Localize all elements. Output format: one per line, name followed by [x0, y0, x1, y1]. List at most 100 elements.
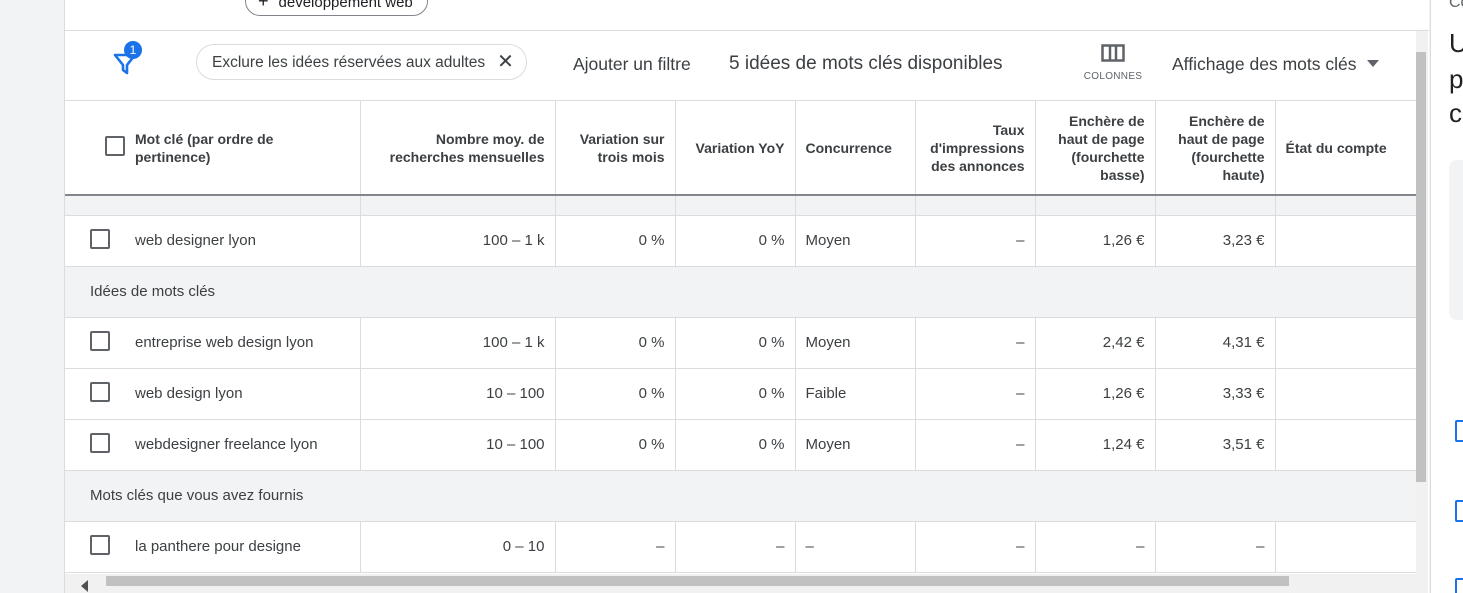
- row-checkbox-cell: [65, 521, 125, 573]
- competition-cell: Moyen: [795, 317, 916, 369]
- exclude-adult-chip[interactable]: Exclure les idées réservées aux adultes ✕: [196, 44, 527, 80]
- add-filter-button[interactable]: Ajouter un filtre: [573, 54, 691, 75]
- seed-keyword-chip[interactable]: + développement web: [245, 0, 428, 16]
- keyword-cell: entreprise web design lyon: [125, 317, 361, 369]
- three-month-cell: 0 %: [555, 317, 676, 369]
- close-icon[interactable]: ✕: [497, 51, 514, 73]
- row-checkbox-cell: [65, 368, 125, 420]
- right-panel-heading: Co: [1449, 0, 1463, 11]
- avg-searches-cell: 0 – 10: [360, 521, 556, 573]
- bid-low-cell: 1,26 €: [1035, 368, 1156, 420]
- select-all-checkbox[interactable]: [105, 135, 125, 156]
- keyword-view-dropdown[interactable]: Affichage des mots clés: [1172, 54, 1379, 75]
- competition-cell: Faible: [795, 368, 916, 420]
- columns-label: COLONNES: [1083, 71, 1143, 82]
- three-month-cell: –: [555, 521, 676, 573]
- table-row[interactable]: web designer lyon 100 – 1 k 0 % 0 % Moye…: [65, 215, 1418, 267]
- seed-keyword-area: + développement web: [65, 0, 1429, 31]
- yoy-cell: 0 %: [675, 419, 796, 471]
- document-icon[interactable]: [1455, 420, 1463, 442]
- partial-cell: [360, 195, 556, 216]
- partial-cell: [1275, 195, 1418, 216]
- right-panel-card: [1449, 160, 1463, 320]
- impression-share-cell: –: [915, 521, 1036, 573]
- col-three-month[interactable]: Variation sur trois mois: [555, 101, 676, 196]
- horizontal-scrollbar-thumb[interactable]: [106, 576, 1289, 586]
- keyword-cell: webdesigner freelance lyon: [125, 419, 361, 471]
- row-checkbox[interactable]: [90, 330, 110, 351]
- table-row[interactable]: entreprise web design lyon 100 – 1 k 0 %…: [65, 317, 1418, 369]
- competition-cell: Moyen: [795, 419, 916, 471]
- keyword-cell: la panthere pour designe: [125, 521, 361, 573]
- avg-searches-cell: 10 – 100: [360, 368, 556, 420]
- row-checkbox-cell: [65, 419, 125, 471]
- avg-searches-cell: 100 – 1 k: [360, 317, 556, 369]
- yoy-cell: 0 %: [675, 368, 796, 420]
- columns-button[interactable]: COLONNES: [1077, 44, 1149, 82]
- keyword-cell: web design lyon: [125, 368, 361, 420]
- account-status-cell: [1275, 368, 1418, 420]
- bid-high-cell: –: [1155, 521, 1276, 573]
- partial-cell: [795, 195, 916, 216]
- dropdown-caret-icon: [1366, 60, 1379, 67]
- col-account-status[interactable]: État du compte: [1275, 101, 1418, 196]
- keyword-view-label: Affichage des mots clés: [1172, 54, 1357, 74]
- account-status-cell: [1275, 521, 1418, 573]
- right-side-panel: Co U p c: [1430, 0, 1463, 593]
- partial-cell: [555, 195, 676, 216]
- table-row[interactable]: la panthere pour designe 0 – 10 – – – – …: [65, 521, 1418, 573]
- row-checkbox-cell: [65, 215, 125, 267]
- avg-searches-cell: 10 – 100: [360, 419, 556, 471]
- partial-cell: [125, 195, 361, 216]
- competition-cell: –: [795, 521, 916, 573]
- yoy-cell: 0 %: [675, 317, 796, 369]
- section-provided-label: Mots clés que vous avez fournis: [65, 470, 1417, 522]
- col-keyword[interactable]: Mot clé (par ordre de pertinence): [125, 101, 361, 196]
- col-avg-searches[interactable]: Nombre moy. de recherches mensuelles: [360, 101, 556, 196]
- partial-cell: [1035, 195, 1156, 216]
- vertical-scrollbar-thumb[interactable]: [1416, 52, 1426, 482]
- select-all-cell: [65, 101, 125, 196]
- table-row[interactable]: web design lyon 10 – 100 0 % 0 % Faible …: [65, 368, 1418, 420]
- partial-cell: [675, 195, 796, 216]
- section-ideas-label: Idées de mots clés: [65, 266, 1417, 318]
- yoy-cell: –: [675, 521, 796, 573]
- yoy-cell: 0 %: [675, 215, 796, 267]
- bid-high-cell: 3,51 €: [1155, 419, 1276, 471]
- keyword-ideas-card: + développement web 1 Exclure les idées r…: [64, 0, 1429, 593]
- table-row[interactable]: webdesigner freelance lyon 10 – 100 0 % …: [65, 419, 1418, 471]
- columns-icon: [1101, 44, 1125, 62]
- col-bid-high[interactable]: Enchère de haut de page (fourchette haut…: [1155, 101, 1276, 196]
- row-checkbox[interactable]: [90, 228, 110, 249]
- col-competition[interactable]: Concurrence: [795, 101, 916, 196]
- filter-bar: 1 Exclure les idées réservées aux adulte…: [65, 31, 1417, 101]
- row-checkbox[interactable]: [90, 534, 110, 555]
- account-status-cell: [1275, 317, 1418, 369]
- col-impression-share[interactable]: Taux d'impressions des annonces: [915, 101, 1036, 196]
- scroll-left-arrow-icon[interactable]: [81, 580, 88, 592]
- partial-row: [65, 195, 1418, 216]
- bid-high-cell: 3,33 €: [1155, 368, 1276, 420]
- document-icon[interactable]: [1455, 578, 1463, 593]
- partial-cell: [1155, 195, 1276, 216]
- impression-share-cell: –: [915, 317, 1036, 369]
- keyword-cell: web designer lyon: [125, 215, 361, 267]
- col-bid-low[interactable]: Enchère de haut de page (fourchette bass…: [1035, 101, 1156, 196]
- impression-share-cell: –: [915, 215, 1036, 267]
- three-month-cell: 0 %: [555, 368, 676, 420]
- bid-low-cell: 1,26 €: [1035, 215, 1156, 267]
- col-yoy[interactable]: Variation YoY: [675, 101, 796, 196]
- document-icon[interactable]: [1455, 500, 1463, 522]
- account-status-cell: [1275, 215, 1418, 267]
- row-checkbox[interactable]: [90, 381, 110, 402]
- bid-low-cell: 1,24 €: [1035, 419, 1156, 471]
- partial-cell: [65, 195, 125, 216]
- account-status-cell: [1275, 419, 1418, 471]
- avg-searches-cell: 100 – 1 k: [360, 215, 556, 267]
- plus-icon: +: [258, 0, 269, 11]
- right-panel-text-line: p: [1449, 64, 1463, 94]
- keyword-table: Mot clé (par ordre de pertinence) Nombre…: [65, 101, 1418, 573]
- seed-keyword-label: développement web: [278, 0, 413, 11]
- row-checkbox[interactable]: [90, 432, 110, 453]
- filter-count-badge: 1: [124, 41, 142, 59]
